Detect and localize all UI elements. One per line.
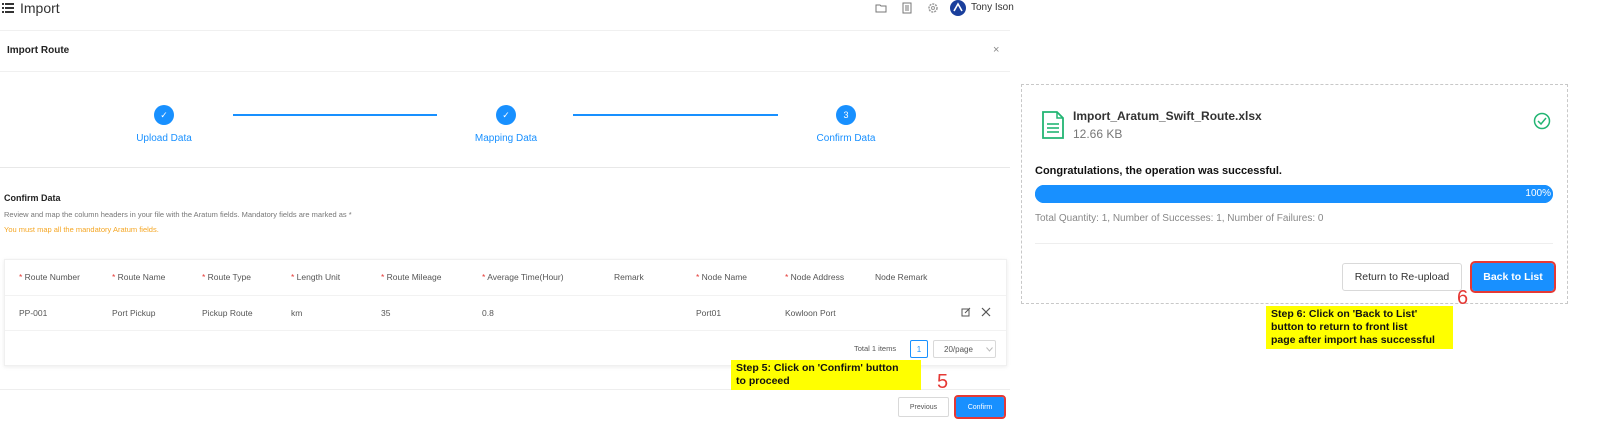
user-name[interactable]: Tony Ison: [971, 2, 1014, 13]
column-header: * Average Time(Hour): [482, 272, 564, 282]
delete-icon[interactable]: [981, 307, 991, 317]
pager-page-button[interactable]: 1: [910, 340, 928, 358]
step-connector: [233, 114, 437, 116]
page-size-select[interactable]: 20/page: [933, 340, 996, 358]
document-icon[interactable]: [901, 2, 913, 14]
import-stats: Total Quantity: 1, Number of Successes: …: [1035, 213, 1324, 224]
table-cell: 0.8: [482, 308, 494, 318]
divider: [5, 330, 1006, 331]
column-header: Node Remark: [875, 272, 928, 282]
column-header: * Length Unit: [291, 272, 341, 282]
step-label-confirm: Confirm Data: [816, 133, 876, 144]
pager-total: Total 1 items: [854, 344, 897, 353]
step6-note: Step 6: Click on 'Back to List' button t…: [1266, 306, 1453, 349]
divider: [0, 71, 1010, 72]
menu-icon[interactable]: [2, 3, 14, 13]
table-cell: km: [291, 308, 303, 318]
column-header: * Route Mileage: [381, 272, 442, 282]
folder-icon[interactable]: [875, 2, 887, 14]
divider: [5, 295, 1006, 296]
file-size: 12.66 KB: [1073, 127, 1123, 141]
table-cell: PP-001: [19, 308, 48, 318]
column-header: * Route Type: [202, 272, 251, 282]
step6-note-line: page after import has successful: [1271, 334, 1435, 346]
avatar[interactable]: [950, 0, 966, 16]
confirm-button[interactable]: Confirm: [954, 395, 1006, 419]
page-size-value: 20/page: [944, 344, 973, 354]
progress-label: 100%: [1525, 188, 1551, 199]
file-name: Import_Aratum_Swift_Route.xlsx: [1073, 109, 1262, 123]
column-header: Remark: [614, 272, 644, 282]
edit-icon[interactable]: [961, 307, 971, 317]
file-icon: [1042, 111, 1064, 139]
step-label-mapping: Mapping Data: [474, 133, 538, 144]
step5-note: Step 5: Click on 'Confirm' button to pro…: [731, 360, 921, 390]
top-bar: Import Tony Ison: [0, 0, 1030, 18]
divider: [0, 30, 1010, 31]
column-header: * Route Name: [112, 272, 166, 282]
step6-note-line: button to return to front list: [1271, 321, 1408, 333]
step6-note-line: Step 6: Click on 'Back to List': [1271, 308, 1418, 320]
table-cell: Kowloon Port: [785, 308, 836, 318]
divider: [1035, 243, 1553, 244]
step5-note-line: Step 5: Click on 'Confirm' button: [736, 362, 899, 374]
confirm-table: * Route Number * Route Name * Route Type…: [4, 259, 1007, 366]
section-description: Review and map the column headers in you…: [4, 210, 352, 219]
table-cell: Port Pickup: [112, 308, 156, 318]
step-active-icon: 3: [836, 105, 856, 125]
table-cell: Pickup Route: [202, 308, 253, 318]
close-icon[interactable]: ×: [993, 44, 999, 56]
step-connector: [573, 114, 778, 116]
progress-bar: 100%: [1035, 185, 1553, 203]
chevron-down-icon: [986, 347, 993, 352]
mandatory-warning: You must map all the mandatory Aratum fi…: [4, 225, 159, 234]
step-done-icon: ✓: [496, 105, 516, 125]
column-header: * Route Number: [19, 272, 80, 282]
back-to-list-button[interactable]: Back to List: [1470, 261, 1556, 293]
divider: [0, 167, 1010, 168]
import-result-panel: Import_Aratum_Swift_Route.xlsx 12.66 KB …: [1021, 84, 1568, 304]
check-circle-icon: [1533, 112, 1551, 130]
progress-fill: [1035, 185, 1553, 203]
column-header: * Node Address: [785, 272, 845, 282]
section-title: Confirm Data: [4, 193, 61, 203]
table-cell: Port01: [696, 308, 722, 318]
step5-number: 5: [937, 371, 949, 393]
step5-note-line: to proceed: [736, 375, 790, 387]
return-to-reupload-button[interactable]: Return to Re-upload: [1342, 263, 1462, 291]
step-done-icon: ✓: [154, 105, 174, 125]
settings-icon[interactable]: [927, 2, 939, 14]
page-title: Import: [20, 0, 60, 16]
step-label-upload: Upload Data: [136, 133, 192, 144]
column-header: * Node Name: [696, 272, 748, 282]
step6-number: 6: [1457, 287, 1469, 309]
success-message: Congratulations, the operation was succe…: [1035, 165, 1282, 177]
table-cell: 35: [381, 308, 391, 318]
modal-title: Import Route: [7, 45, 70, 56]
previous-button[interactable]: Previous: [898, 397, 949, 417]
